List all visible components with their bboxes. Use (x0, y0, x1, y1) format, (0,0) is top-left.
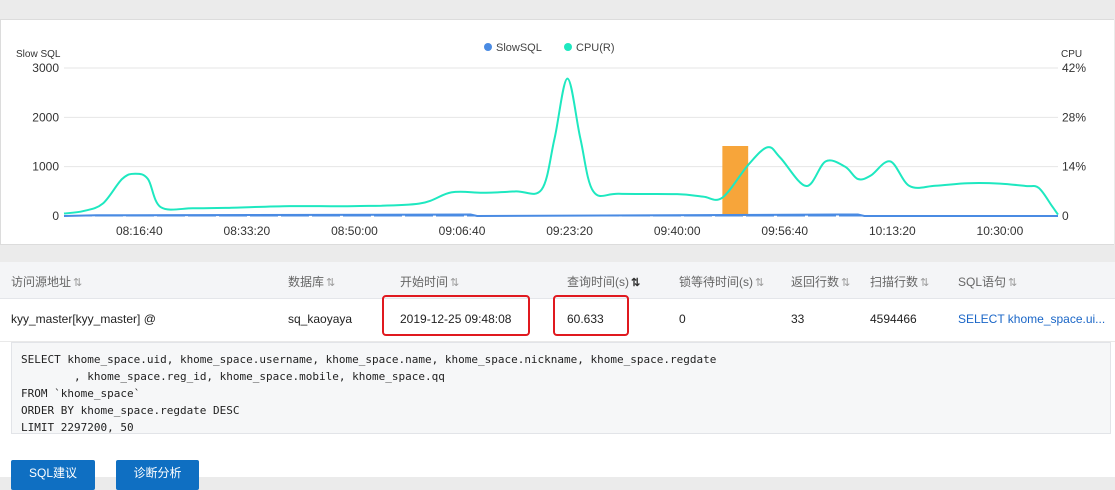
x-axis-ticks: 08:16:40 08:33:20 08:50:00 09:06:40 09:23:20… (116, 224, 1024, 238)
cell-rows-returned: 33 (791, 312, 805, 326)
slow-sql-chart: Slow SQL CPU SlowSQL CPU(R) 3000 2000 1000… (0, 19, 1114, 245)
query-time-highlight-box (553, 295, 629, 336)
x-tick-label: 09:40:00 (654, 224, 701, 238)
x-tick-label: 08:16:40 (116, 224, 163, 238)
left-tick-label: 2000 (32, 110, 59, 124)
column-header-rows-returned[interactable]: 返回行数 ⇅ (791, 273, 850, 290)
legend-cpu-label[interactable]: CPU(R) (576, 42, 615, 54)
x-tick-label: 08:50:00 (331, 224, 378, 238)
cell-sql-link[interactable]: SELECT khome_space.ui... (958, 312, 1105, 326)
column-header-sql[interactable]: SQL语句 ⇅ (958, 273, 1017, 290)
right-tick-label: 28% (1062, 110, 1086, 124)
legend-slowsql-label[interactable]: SlowSQL (496, 42, 542, 54)
x-tick-label: 10:13:20 (869, 224, 916, 238)
sort-icon[interactable]: ⇅ (450, 277, 459, 289)
cell-lock-wait: 0 (679, 312, 686, 326)
right-tick-label: 42% (1062, 61, 1086, 75)
table-header: 访问源地址 ⇅ 数据库 ⇅ 开始时间 ⇅ 查询时间(s) ⇅ 锁等待时间(s) ⇅ 返回行… (0, 262, 1115, 299)
cpu-series-line (63, 77, 1059, 216)
x-tick-label: 09:56:40 (761, 224, 808, 238)
left-axis-ticks: 3000 2000 1000 0 (32, 61, 59, 223)
chart-marks (63, 77, 1059, 218)
diagnose-button[interactable]: 诊断分析 (116, 460, 199, 490)
sort-icon[interactable]: ⇅ (631, 277, 640, 289)
cell-rows-scanned: 4594466 (870, 312, 917, 326)
sort-icon[interactable]: ⇅ (1008, 277, 1017, 289)
column-header-start-time[interactable]: 开始时间 ⇅ (400, 273, 459, 290)
column-header-database[interactable]: 数据库 ⇅ (288, 273, 335, 290)
x-tick-label: 09:06:40 (439, 224, 486, 238)
legend-cpu-marker[interactable] (564, 43, 572, 51)
sql-detail-text: SELECT khome_space.uid, khome_space.user… (21, 353, 717, 434)
right-tick-label: 14% (1062, 160, 1086, 174)
sort-icon[interactable]: ⇅ (841, 277, 850, 289)
right-tick-label: 0 (1062, 209, 1069, 223)
right-axis-ticks: 42% 28% 14% 0 (1062, 61, 1086, 223)
sql-advice-button[interactable]: SQL建议 (11, 460, 95, 490)
slowsql-series-line (63, 213, 1058, 218)
left-tick-label: 3000 (32, 61, 59, 75)
column-header-lock-wait[interactable]: 锁等待时间(s) ⇅ (679, 273, 764, 290)
right-axis-title: CPU (1061, 49, 1082, 60)
left-axis-title: Slow SQL (16, 49, 61, 60)
x-tick-label: 09:23:20 (546, 224, 593, 238)
top-bar (0, 0, 1115, 14)
chart-grid (64, 67, 1058, 217)
x-tick-label: 08:33:20 (224, 224, 271, 238)
column-header-source[interactable]: 访问源地址 ⇅ (11, 273, 82, 290)
sort-icon[interactable]: ⇅ (73, 277, 82, 289)
column-header-rows-scanned[interactable]: 扫描行数 ⇅ (870, 273, 929, 290)
sort-icon[interactable]: ⇅ (326, 277, 335, 289)
column-header-query-time[interactable]: 查询时间(s) ⇅ (567, 273, 640, 290)
left-tick-label: 1000 (32, 160, 59, 174)
left-tick-label: 0 (52, 209, 59, 223)
sort-icon[interactable]: ⇅ (920, 277, 929, 289)
start-time-highlight-box (382, 295, 530, 336)
legend-slowsql-marker[interactable] (484, 43, 492, 51)
x-tick-label: 10:30:00 (977, 224, 1024, 238)
slow-sql-table: 访问源地址 ⇅ 数据库 ⇅ 开始时间 ⇅ 查询时间(s) ⇅ 锁等待时间(s) ⇅ 返回行… (0, 262, 1115, 490)
sort-icon[interactable]: ⇅ (755, 277, 764, 289)
chart-legend[interactable]: SlowSQL CPU(R) (484, 42, 615, 54)
chart-canvas: Slow SQL CPU SlowSQL CPU(R) 3000 2000 1000… (16, 42, 1086, 238)
sql-detail-panel: SELECT khome_space.uid, khome_space.user… (11, 342, 1111, 434)
cell-database: sq_kaoyaya (288, 312, 353, 326)
cell-source: kyy_master[kyy_master] @ (11, 312, 156, 326)
